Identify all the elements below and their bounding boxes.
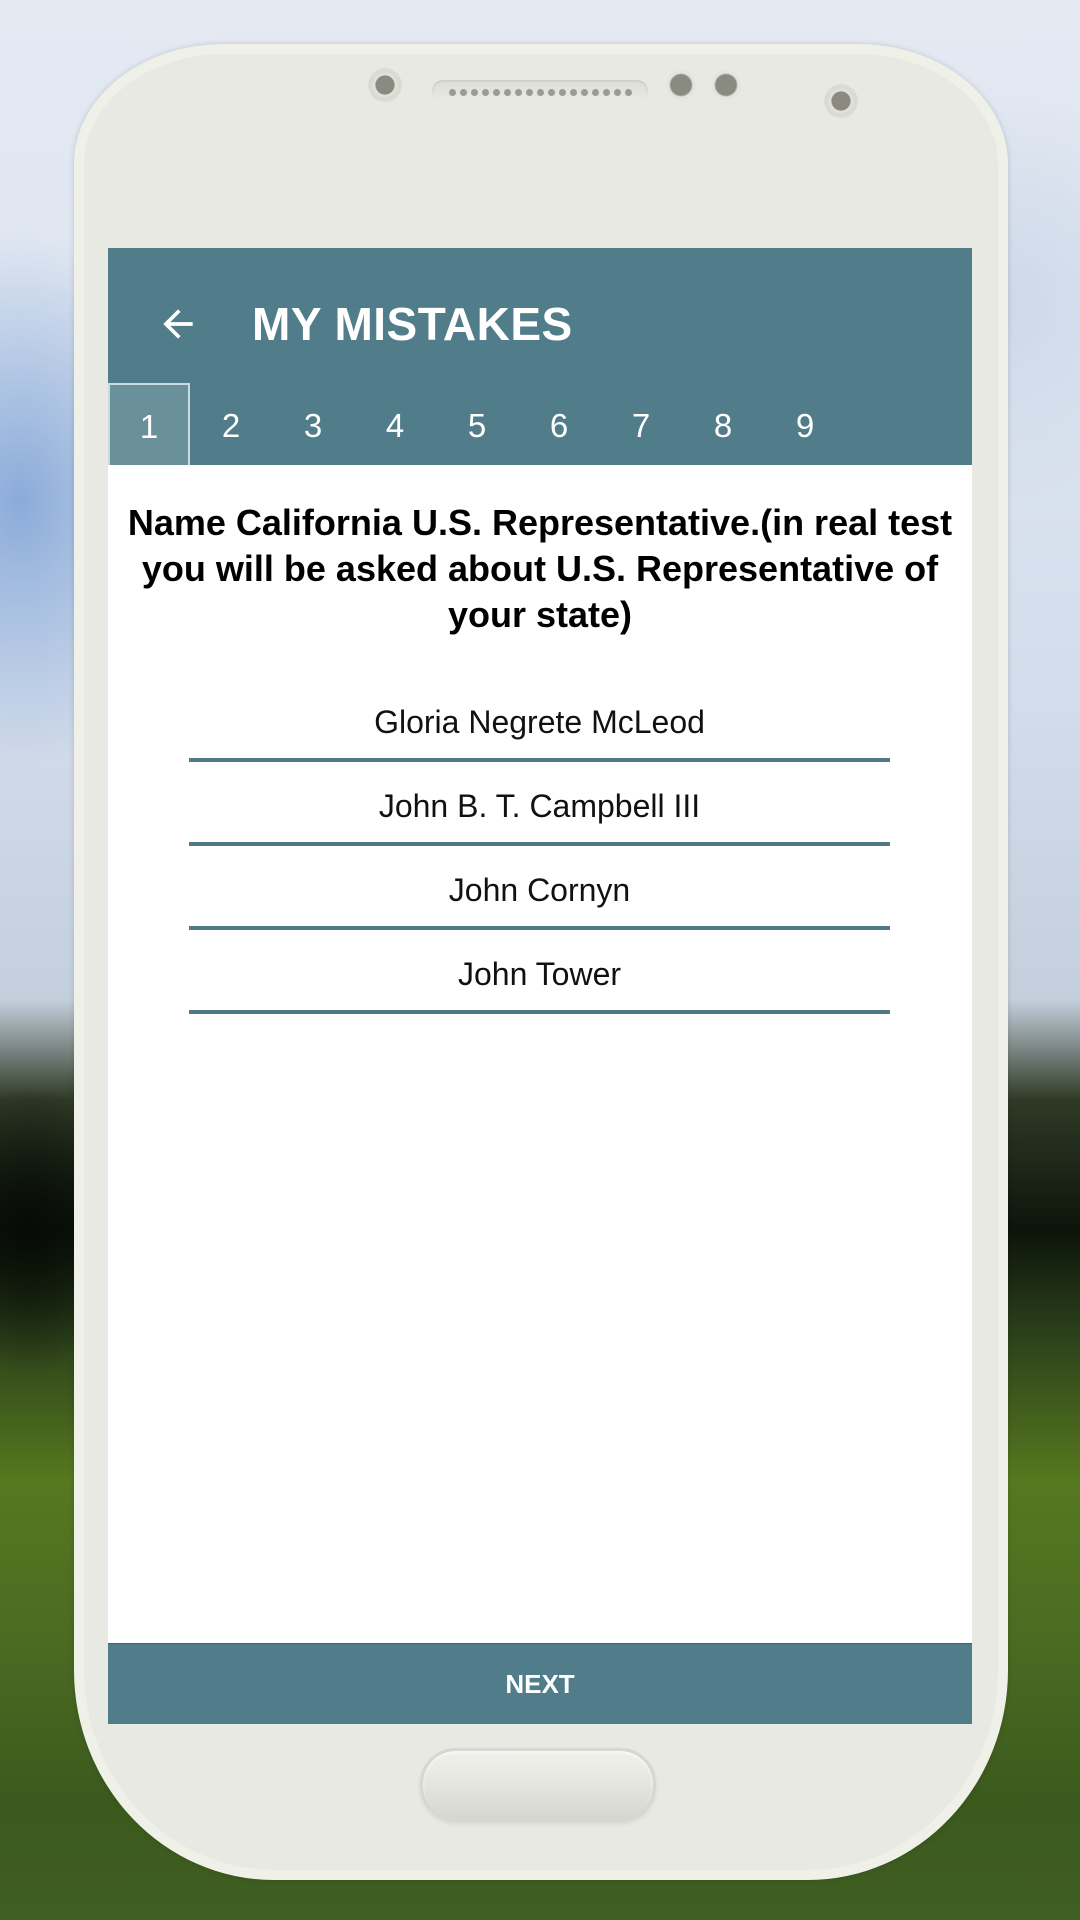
- answer-option[interactable]: John Cornyn: [189, 846, 890, 930]
- back-button[interactable]: [148, 294, 208, 354]
- home-button[interactable]: [420, 1748, 656, 1822]
- app-bar: MY MISTAKES 1 2 3 4 5 6 7 8 9: [108, 248, 972, 465]
- answer-option[interactable]: John Tower: [189, 930, 890, 1014]
- next-button[interactable]: NEXT: [108, 1643, 972, 1724]
- tab-1[interactable]: 1: [108, 383, 190, 465]
- answer-option[interactable]: Gloria Negrete McLeod: [189, 678, 890, 762]
- speaker-grille-icon: [432, 80, 648, 102]
- page-title: MY MISTAKES: [252, 298, 573, 350]
- question-tabs: 1 2 3 4 5 6 7 8 9: [108, 383, 846, 465]
- tab-9[interactable]: 9: [764, 383, 846, 465]
- arrow-left-icon: [163, 309, 193, 339]
- tab-3[interactable]: 3: [272, 383, 354, 465]
- front-camera-icon: [824, 84, 858, 118]
- tab-8[interactable]: 8: [682, 383, 764, 465]
- tab-2[interactable]: 2: [190, 383, 272, 465]
- tab-7[interactable]: 7: [600, 383, 682, 465]
- front-sensor-icon: [368, 68, 402, 102]
- tab-6[interactable]: 6: [518, 383, 600, 465]
- answer-options: Gloria Negrete McLeod John B. T. Campbel…: [189, 678, 890, 1014]
- question-text: Name California U.S. Representative.(in …: [127, 502, 953, 635]
- app-screen: MY MISTAKES 1 2 3 4 5 6 7 8 9 Name Calif…: [108, 248, 972, 1724]
- light-sensor-icon: [711, 70, 741, 100]
- proximity-sensor-icon: [666, 70, 696, 100]
- tab-4[interactable]: 4: [354, 383, 436, 465]
- answer-option[interactable]: John B. T. Campbell III: [189, 762, 890, 846]
- tab-5[interactable]: 5: [436, 383, 518, 465]
